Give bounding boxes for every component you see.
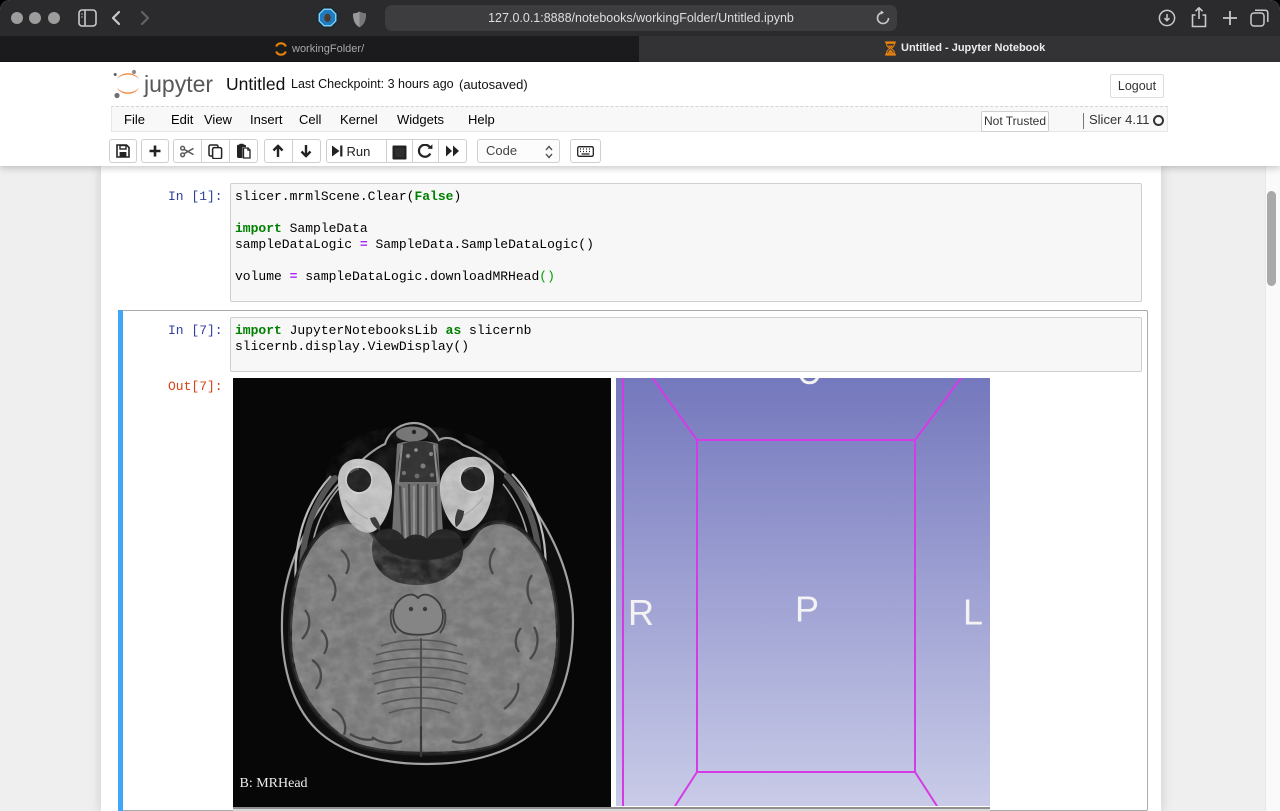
svg-text:B: MRHead: B: MRHead <box>240 776 308 791</box>
svg-text:R: R <box>628 592 654 633</box>
svg-text:L: L <box>963 592 983 633</box>
svg-text:P: P <box>795 589 819 630</box>
